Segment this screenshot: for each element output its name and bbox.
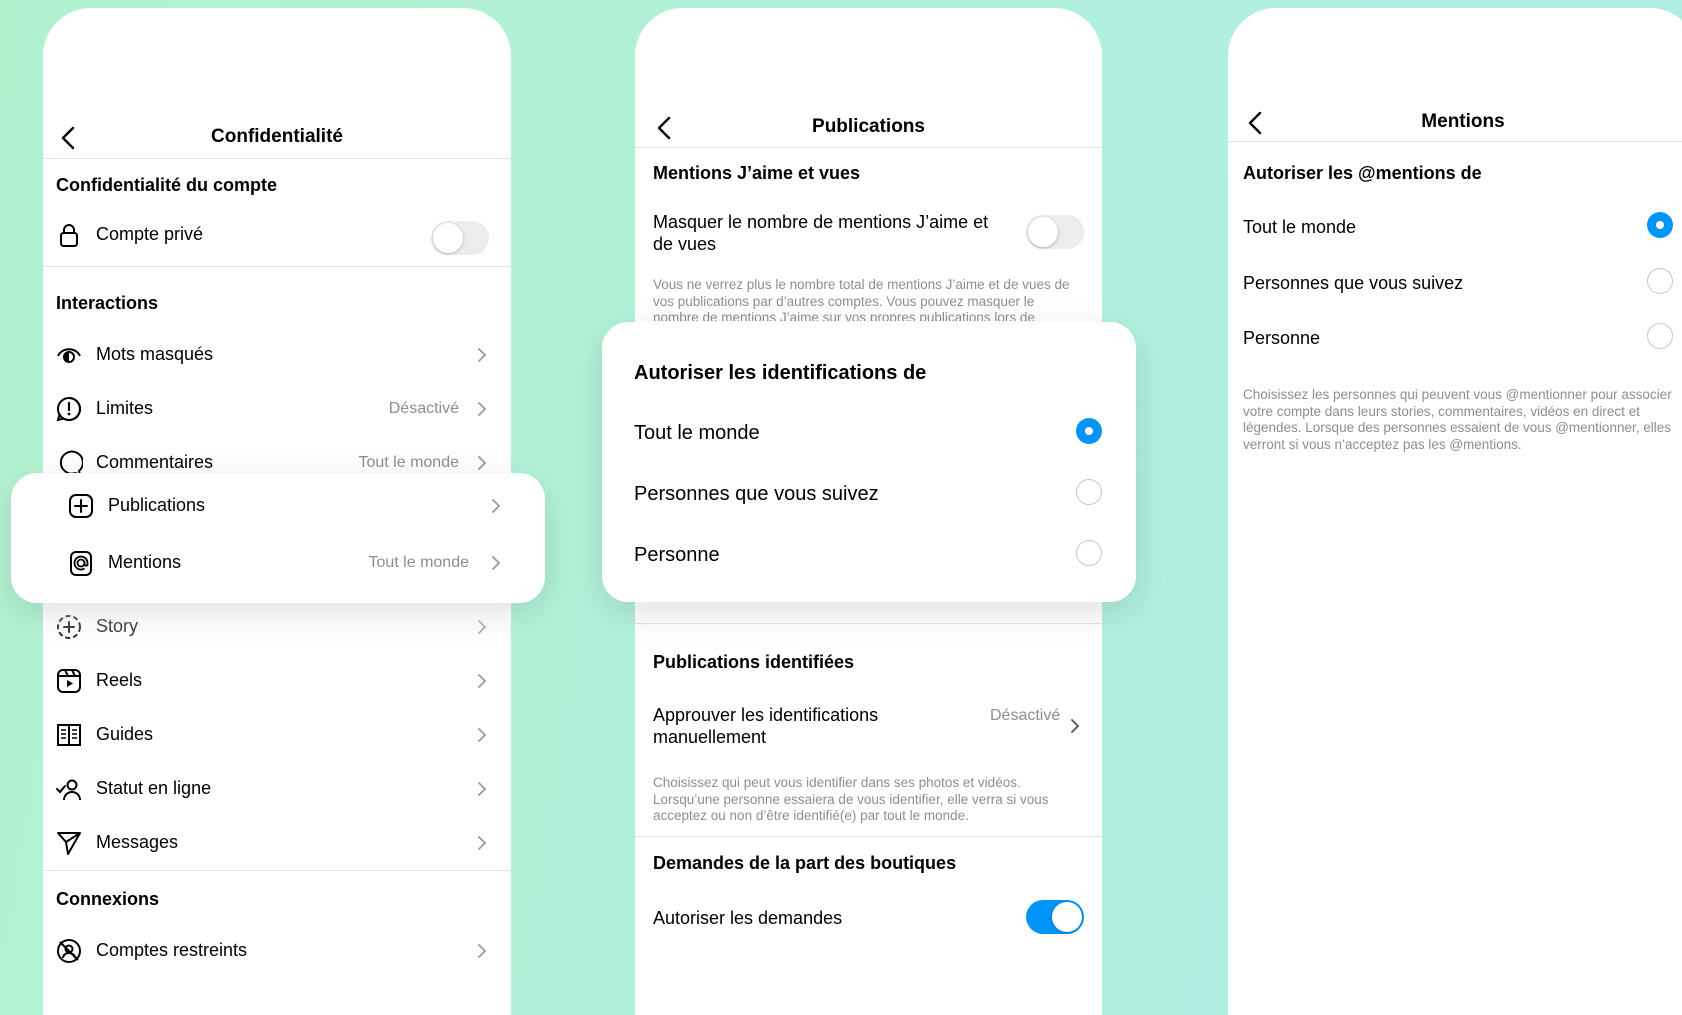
- option-everyone-radio[interactable]: [1076, 418, 1102, 444]
- section-connections: Connexions: [56, 889, 160, 909]
- section-shop-requests: Demandes de la part des boutiques: [653, 853, 957, 873]
- item-label: Messages: [96, 832, 179, 852]
- mentions-description: Choisissez les personnes qui peuvent vou…: [1243, 387, 1672, 452]
- card-title: Autoriser les identifications de: [634, 362, 927, 384]
- option-nobody-radio[interactable]: [1076, 540, 1102, 566]
- chevron-right-icon: [492, 499, 501, 513]
- hide-likes-toggle[interactable]: [1026, 215, 1084, 249]
- section-tagged-posts: Publications identifiées: [653, 652, 855, 672]
- online-status-icon: [55, 775, 83, 803]
- chevron-right-icon: [478, 728, 487, 742]
- section-likes-views: Mentions J’aime et vues: [653, 163, 861, 183]
- hide-likes-description: Vous ne verrez plus le nombre total de m…: [653, 277, 1070, 321]
- plus-square-icon: [67, 492, 95, 520]
- option-nobody-label[interactable]: Personne: [1243, 328, 1320, 349]
- mentions-screen: Mentions Autoriser les @mentions de Tout…: [1228, 8, 1682, 1015]
- settings-item-guides[interactable]: Guides: [43, 715, 511, 755]
- guides-icon: [55, 721, 83, 749]
- item-label: Comptes restreints: [96, 940, 248, 960]
- lock-icon: [55, 221, 83, 249]
- tags-permission-card: Autoriser les identifications de Tout le…: [602, 322, 1136, 602]
- settings-item-story[interactable]: Story: [43, 607, 511, 647]
- manual-approve-label[interactable]: Approuver les identifications manuelleme…: [653, 704, 923, 748]
- item-value: Tout le monde: [358, 454, 459, 471]
- option-everyone-label[interactable]: Tout le monde: [1243, 217, 1356, 238]
- section-account-privacy: Confidentialité du compte: [56, 175, 278, 195]
- item-label: Mentions: [108, 552, 182, 572]
- option-nobody-radio[interactable]: [1647, 323, 1673, 349]
- chevron-right-icon: [478, 782, 487, 796]
- messages-icon: [55, 829, 83, 857]
- option-following-radio[interactable]: [1647, 268, 1673, 294]
- allow-requests-label: Autoriser les demandes: [653, 908, 843, 928]
- item-label: Guides: [96, 724, 154, 744]
- allow-requests-toggle[interactable]: [1026, 900, 1084, 934]
- story-icon: [55, 613, 83, 641]
- private-account-toggle[interactable]: [431, 221, 489, 255]
- highlight-card-posts-mentions: Publications Mentions Tout le monde: [11, 473, 545, 603]
- item-label: Story: [96, 616, 139, 636]
- settings-item-limits[interactable]: Limites Désactivé: [43, 389, 511, 429]
- item-value: Tout le monde: [368, 554, 469, 571]
- restricted-accounts-icon: [55, 937, 83, 965]
- nav-bar: Mentions: [1228, 103, 1682, 143]
- option-everyone-label[interactable]: Tout le monde: [634, 422, 760, 445]
- item-label: Statut en ligne: [96, 778, 212, 798]
- item-label: Publications: [108, 495, 206, 515]
- at-sign-icon: [67, 549, 95, 577]
- chevron-right-icon: [492, 556, 501, 570]
- item-label: Reels: [96, 670, 143, 690]
- chevron-right-icon: [478, 836, 487, 850]
- page-title: Confidentialité: [211, 126, 343, 147]
- chevron-right-icon: [478, 348, 487, 362]
- settings-item-messages[interactable]: Messages: [43, 823, 511, 863]
- tags-description: Choisissez qui peut vous identifier dans…: [653, 775, 1049, 823]
- nav-bar: Confidentialité: [43, 118, 511, 158]
- chevron-right-icon: [478, 620, 487, 634]
- chevron-right-icon: [478, 674, 487, 688]
- option-following-label[interactable]: Personnes que vous suivez: [1243, 273, 1463, 294]
- private-account-label: Compte privé: [96, 224, 204, 244]
- option-nobody-label[interactable]: Personne: [634, 544, 720, 567]
- settings-item-mentions[interactable]: Mentions Tout le monde: [55, 543, 545, 583]
- limits-icon: [55, 395, 83, 423]
- hide-likes-label: Masquer le nombre de mentions J’aime et …: [653, 212, 989, 254]
- option-following-radio[interactable]: [1076, 479, 1102, 505]
- manual-approve-value: Désactivé: [990, 707, 1061, 724]
- settings-item-online-status[interactable]: Statut en ligne: [43, 769, 511, 809]
- chevron-right-icon: [478, 456, 487, 470]
- item-value: Désactivé: [388, 400, 459, 417]
- chevron-right-icon: [478, 944, 487, 958]
- item-label: Commentaires: [96, 452, 214, 472]
- option-everyone-radio[interactable]: [1647, 212, 1673, 238]
- page-title: Publications: [812, 116, 925, 137]
- settings-item-reels[interactable]: Reels: [43, 661, 511, 701]
- settings-item-posts[interactable]: Publications: [55, 486, 545, 526]
- reels-icon: [55, 667, 83, 695]
- nav-bar: Publications: [635, 108, 1102, 148]
- section-allow-mentions: Autoriser les @mentions de: [1243, 163, 1482, 183]
- chevron-right-icon: [1071, 719, 1080, 733]
- item-label: Limites: [96, 398, 154, 418]
- settings-item-restricted-accounts[interactable]: Comptes restreints: [43, 931, 511, 971]
- chevron-right-icon: [478, 402, 487, 416]
- hidden-words-icon: [55, 341, 83, 369]
- option-following-label[interactable]: Personnes que vous suivez: [634, 483, 879, 506]
- section-interactions: Interactions: [56, 293, 159, 313]
- page-title: Mentions: [1421, 111, 1505, 132]
- item-label: Mots masqués: [96, 344, 214, 364]
- settings-item-hidden-words[interactable]: Mots masqués: [43, 335, 511, 375]
